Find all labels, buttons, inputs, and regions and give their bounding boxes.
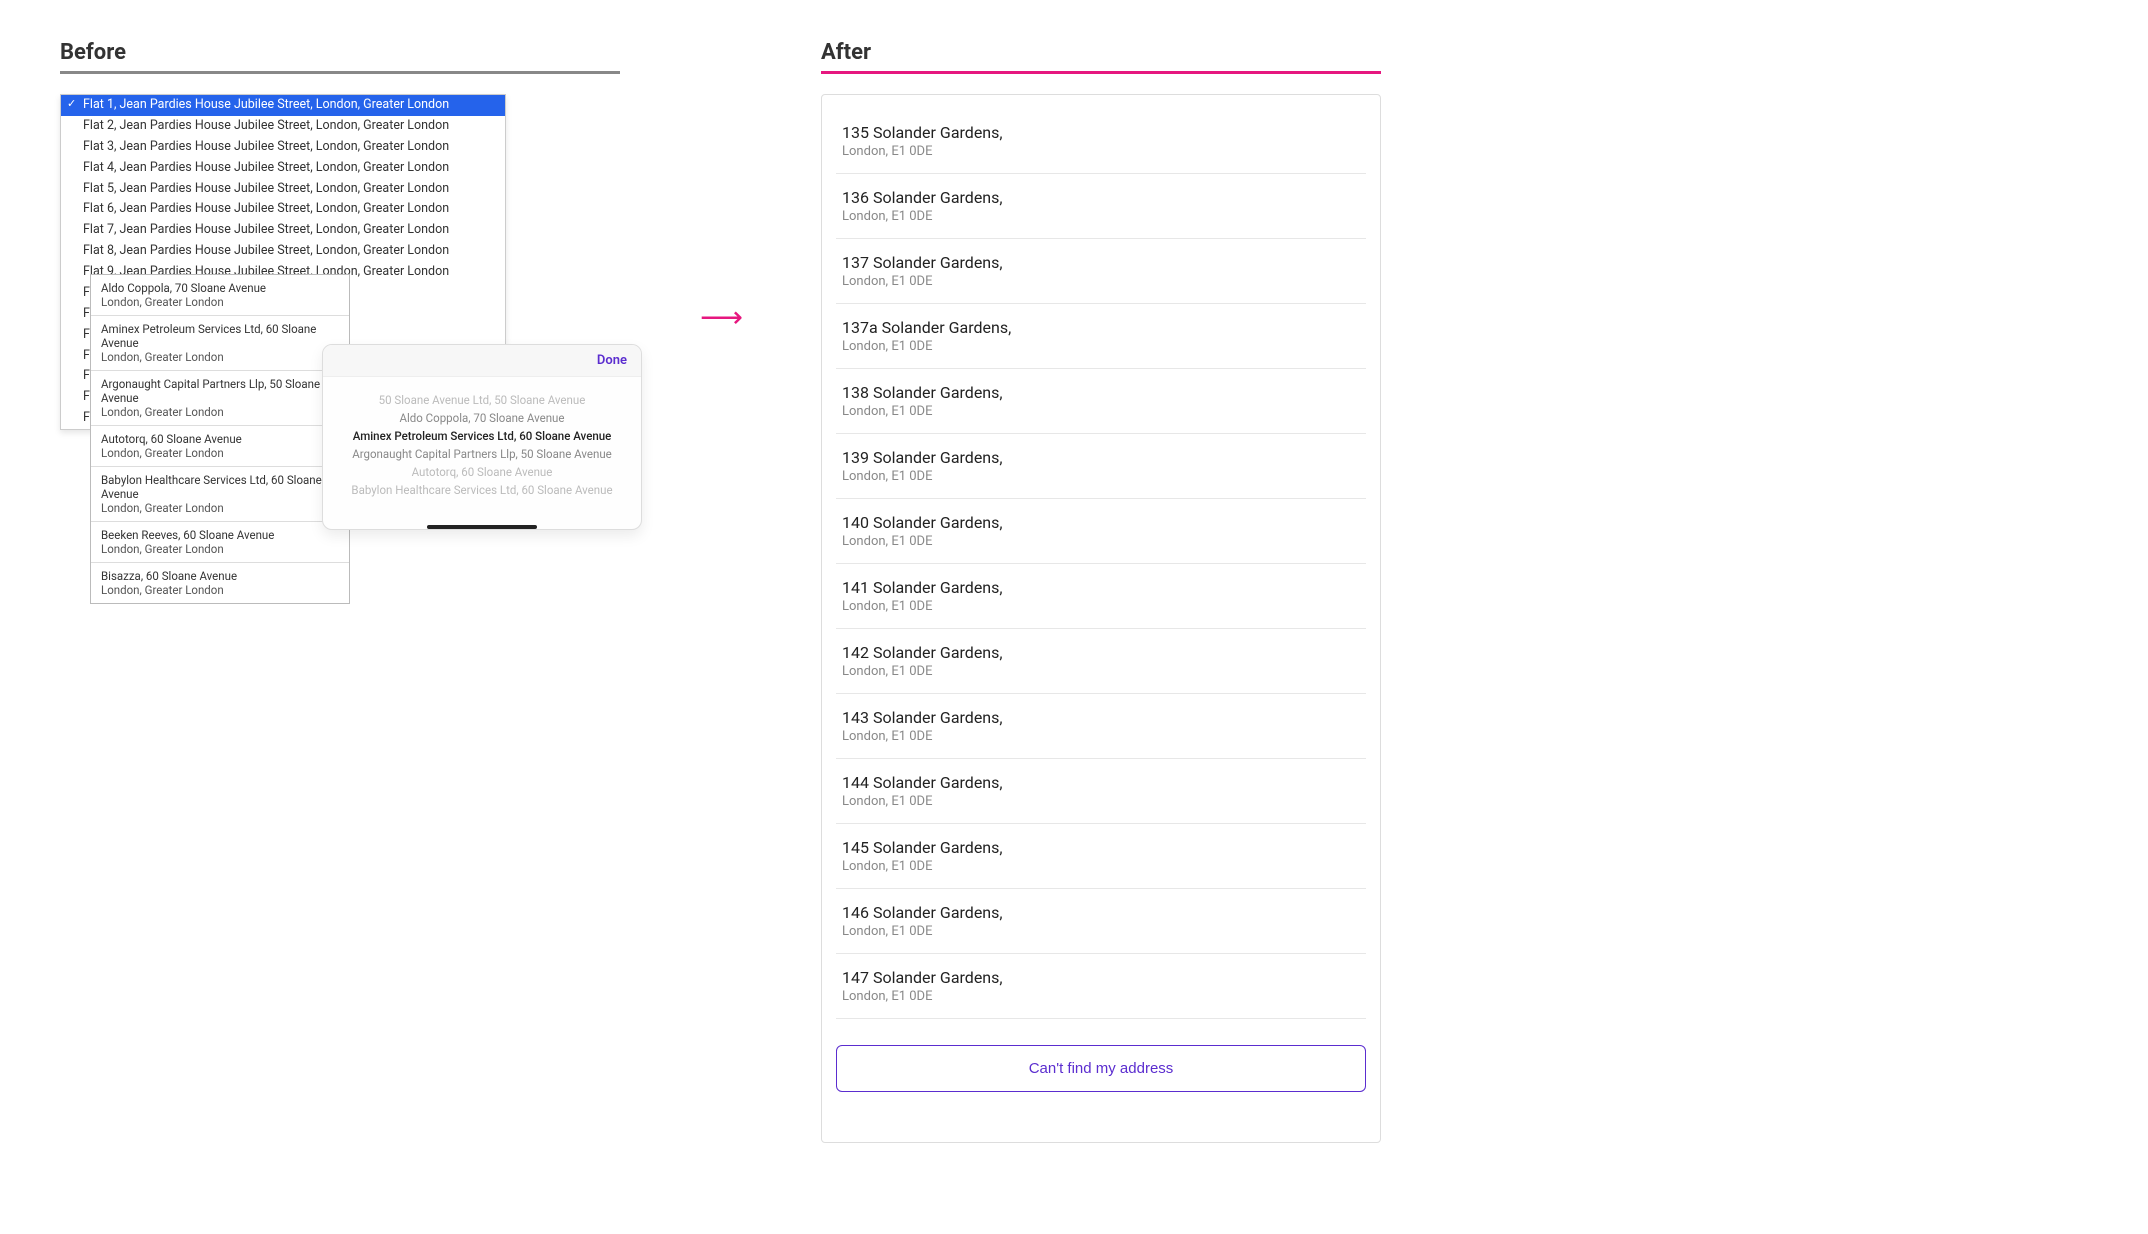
address-option[interactable]: 136 Solander Gardens, London, E1 0DE xyxy=(836,174,1366,239)
address-line2: London, E1 0DE xyxy=(842,794,1360,809)
autocomplete-popup[interactable]: Aldo Coppola, 70 Sloane AvenueLondon, Gr… xyxy=(90,274,350,604)
picker-wheel[interactable]: 50 Sloane Avenue Ltd, 50 Sloane AvenueAl… xyxy=(323,377,641,519)
address-line2: London, E1 0DE xyxy=(842,144,1360,159)
dropdown-option[interactable]: Flat 5, Jean Pardies House Jubilee Stree… xyxy=(61,179,505,200)
address-line2: London, E1 0DE xyxy=(842,339,1360,354)
address-line2: London, E1 0DE xyxy=(842,924,1360,939)
picker-toolbar: Done xyxy=(323,345,641,377)
address-line1: 146 Solander Gardens, xyxy=(842,903,1360,922)
autocomplete-option[interactable]: Argonaught Capital Partners Llp, 50 Sloa… xyxy=(91,371,349,426)
address-option[interactable]: 147 Solander Gardens, London, E1 0DE xyxy=(836,954,1366,1019)
dropdown-option[interactable]: Flat 4, Jean Pardies House Jubilee Stree… xyxy=(61,158,505,179)
address-option[interactable]: 137 Solander Gardens, London, E1 0DE xyxy=(836,239,1366,304)
arrow-right-icon: ⟶ xyxy=(700,300,741,335)
address-list-card: 135 Solander Gardens,London, E1 0DE136 S… xyxy=(821,94,1381,1143)
dropdown-option[interactable]: Flat 8, Jean Pardies House Jubilee Stree… xyxy=(61,241,505,262)
address-option[interactable]: 144 Solander Gardens, London, E1 0DE xyxy=(836,759,1366,824)
address-line1: 137a Solander Gardens, xyxy=(842,318,1360,337)
address-line2: London, E1 0DE xyxy=(842,859,1360,874)
address-option[interactable]: 145 Solander Gardens, London, E1 0DE xyxy=(836,824,1366,889)
address-option[interactable]: 146 Solander Gardens, London, E1 0DE xyxy=(836,889,1366,954)
dropdown-option[interactable]: Flat 1, Jean Pardies House Jubilee Stree… xyxy=(61,95,505,116)
picker-row[interactable]: Babylon Healthcare Services Ltd, 60 Sloa… xyxy=(333,481,631,499)
address-line2: London, E1 0DE xyxy=(842,404,1360,419)
before-heading: Before xyxy=(60,40,620,74)
address-line2: London, E1 0DE xyxy=(842,989,1360,1004)
picker-home-indicator xyxy=(427,525,537,529)
picker-row[interactable]: Aldo Coppola, 70 Sloane Avenue xyxy=(333,409,631,427)
address-line1: 140 Solander Gardens, xyxy=(842,513,1360,532)
address-line2: London, E1 0DE xyxy=(842,209,1360,224)
before-stage: Flat 1, Jean Pardies House Jubilee Stree… xyxy=(60,94,620,654)
cant-find-address-button[interactable]: Can't find my address xyxy=(836,1045,1366,1092)
address-list: 135 Solander Gardens,London, E1 0DE136 S… xyxy=(836,109,1366,1019)
address-option[interactable]: 137a Solander Gardens, London, E1 0DE xyxy=(836,304,1366,369)
dropdown-option[interactable]: Flat 3, Jean Pardies House Jubilee Stree… xyxy=(61,137,505,158)
autocomplete-option[interactable]: Aldo Coppola, 70 Sloane AvenueLondon, Gr… xyxy=(91,275,349,316)
address-line2: London, E1 0DE xyxy=(842,599,1360,614)
before-column: Before Flat 1, Jean Pardies House Jubile… xyxy=(60,40,620,654)
address-line1: 142 Solander Gardens, xyxy=(842,643,1360,662)
arrow-divider: ⟶ xyxy=(700,40,741,335)
picker-done-button[interactable]: Done xyxy=(597,353,627,368)
address-option[interactable]: 135 Solander Gardens, London, E1 0DE xyxy=(836,109,1366,174)
address-option[interactable]: 142 Solander Gardens, London, E1 0DE xyxy=(836,629,1366,694)
picker-row[interactable]: 50 Sloane Avenue Ltd, 50 Sloane Avenue xyxy=(333,391,631,409)
address-option[interactable]: 139 Solander Gardens, London, E1 0DE xyxy=(836,434,1366,499)
address-line1: 141 Solander Gardens, xyxy=(842,578,1360,597)
address-line1: 135 Solander Gardens, xyxy=(842,123,1360,142)
autocomplete-option[interactable]: Aminex Petroleum Services Ltd, 60 Sloane… xyxy=(91,316,349,371)
dropdown-option[interactable]: Flat 2, Jean Pardies House Jubilee Stree… xyxy=(61,116,505,137)
dropdown-option[interactable]: Flat 7, Jean Pardies House Jubilee Stree… xyxy=(61,220,505,241)
ios-picker[interactable]: Done 50 Sloane Avenue Ltd, 50 Sloane Ave… xyxy=(322,344,642,530)
picker-row[interactable]: Aminex Petroleum Services Ltd, 60 Sloane… xyxy=(333,427,631,445)
picker-row[interactable]: Argonaught Capital Partners Llp, 50 Sloa… xyxy=(333,445,631,463)
address-line2: London, E1 0DE xyxy=(842,729,1360,744)
dropdown-option[interactable]: Flat 6, Jean Pardies House Jubilee Stree… xyxy=(61,199,505,220)
address-line1: 145 Solander Gardens, xyxy=(842,838,1360,857)
address-option[interactable]: 141 Solander Gardens, London, E1 0DE xyxy=(836,564,1366,629)
after-column: After 135 Solander Gardens, London, E1 0D… xyxy=(821,40,1381,1143)
address-line1: 137 Solander Gardens, xyxy=(842,253,1360,272)
address-line1: 136 Solander Gardens, xyxy=(842,188,1360,207)
address-line2: London, E1 0DE xyxy=(842,664,1360,679)
address-option[interactable]: 140 Solander Gardens, London, E1 0DE xyxy=(836,499,1366,564)
picker-row[interactable]: Autotorq, 60 Sloane Avenue xyxy=(333,463,631,481)
address-option[interactable]: 143 Solander Gardens, London, E1 0DE xyxy=(836,694,1366,759)
address-line1: 138 Solander Gardens, xyxy=(842,383,1360,402)
address-line1: 147 Solander Gardens, xyxy=(842,968,1360,987)
address-line1: 139 Solander Gardens, xyxy=(842,448,1360,467)
address-line2: London, E1 0DE xyxy=(842,534,1360,549)
autocomplete-option[interactable]: Bisazza, 60 Sloane AvenueLondon, Greater… xyxy=(91,563,349,603)
address-line2: London, E1 0DE xyxy=(842,274,1360,289)
autocomplete-option[interactable]: Beeken Reeves, 60 Sloane AvenueLondon, G… xyxy=(91,522,349,563)
autocomplete-option[interactable]: Babylon Healthcare Services Ltd, 60 Sloa… xyxy=(91,467,349,522)
address-option[interactable]: 138 Solander Gardens, London, E1 0DE xyxy=(836,369,1366,434)
address-line1: 144 Solander Gardens, xyxy=(842,773,1360,792)
address-line1: 143 Solander Gardens, xyxy=(842,708,1360,727)
autocomplete-option[interactable]: Autotorq, 60 Sloane AvenueLondon, Greate… xyxy=(91,426,349,467)
after-heading: After xyxy=(821,40,1381,74)
address-line2: London, E1 0DE xyxy=(842,469,1360,484)
